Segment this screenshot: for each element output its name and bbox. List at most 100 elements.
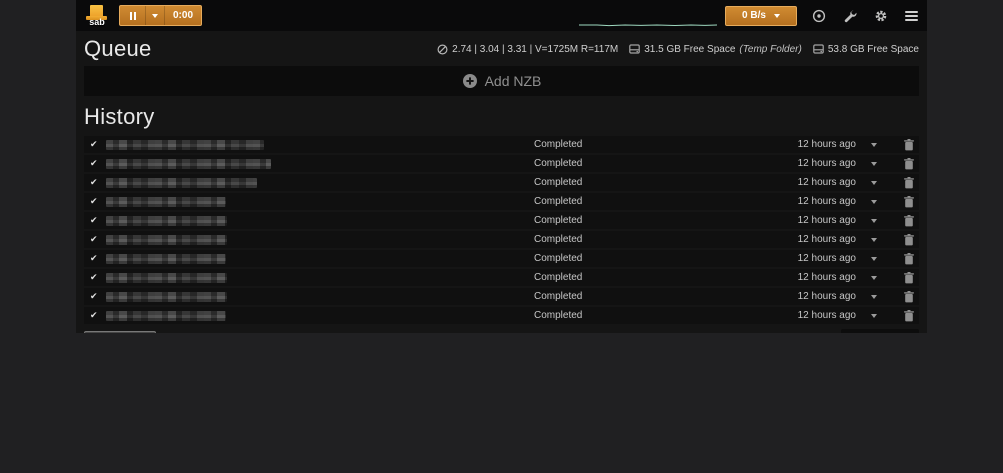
history-actions bbox=[841, 329, 919, 334]
sabnzbd-logo[interactable]: sab bbox=[85, 4, 109, 28]
trash-icon bbox=[904, 253, 914, 265]
delete-button[interactable] bbox=[892, 253, 914, 265]
speed-limit-button[interactable]: 0 B/s bbox=[725, 6, 797, 26]
queue-title: Queue bbox=[84, 36, 152, 62]
logo-text: sab bbox=[85, 17, 109, 27]
chevron-down-icon bbox=[871, 143, 877, 147]
free-space-main-value: 53.8 GB Free Space bbox=[828, 44, 919, 55]
row-actions-dropdown[interactable] bbox=[856, 162, 892, 166]
trash-icon bbox=[904, 310, 914, 322]
history-item-status: Completed bbox=[534, 177, 798, 188]
delete-button[interactable] bbox=[892, 215, 914, 227]
delete-button[interactable] bbox=[892, 158, 914, 170]
delete-button[interactable] bbox=[892, 272, 914, 284]
add-nzb-dropzone[interactable]: Add NZB bbox=[84, 66, 919, 96]
censored-name bbox=[106, 254, 226, 264]
history-item-name bbox=[106, 273, 534, 283]
pause-button-group: 0:00 bbox=[119, 5, 202, 26]
history-row[interactable]: ✔ Completed 12 hours ago bbox=[84, 269, 919, 286]
chevron-down-icon bbox=[871, 295, 877, 299]
chevron-down-icon bbox=[871, 257, 877, 261]
row-actions-dropdown[interactable] bbox=[856, 257, 892, 261]
history-list: ✔ Completed 12 hours ago ✔ Completed 12 … bbox=[84, 136, 919, 324]
gear-icon[interactable] bbox=[874, 9, 888, 23]
row-actions-dropdown[interactable] bbox=[856, 238, 892, 242]
chevron-down-icon bbox=[871, 276, 877, 280]
censored-name bbox=[106, 311, 226, 321]
top-navbar: sab 0:00 0 B/s bbox=[76, 0, 927, 31]
delete-button[interactable] bbox=[892, 234, 914, 246]
check-icon: ✔ bbox=[90, 272, 106, 283]
menu-icon[interactable] bbox=[905, 11, 918, 21]
status-icon[interactable] bbox=[812, 9, 826, 23]
row-actions-dropdown[interactable] bbox=[856, 181, 892, 185]
history-item-age: 12 hours ago bbox=[798, 158, 856, 169]
pause-button[interactable] bbox=[120, 6, 145, 25]
history-row[interactable]: ✔ Completed 12 hours ago bbox=[84, 231, 919, 248]
free-space-temp-value: 31.5 GB Free Space bbox=[644, 44, 735, 55]
history-row[interactable]: ✔ Completed 12 hours ago bbox=[84, 174, 919, 191]
delete-button[interactable] bbox=[892, 139, 914, 151]
history-item-status: Completed bbox=[534, 272, 798, 283]
history-item-age: 12 hours ago bbox=[798, 196, 856, 207]
history-item-status: Completed bbox=[534, 310, 798, 321]
history-item-name bbox=[106, 159, 534, 169]
history-row[interactable]: ✔ Completed 12 hours ago bbox=[84, 193, 919, 210]
history-row[interactable]: ✔ Completed 12 hours ago bbox=[84, 288, 919, 305]
row-actions-dropdown[interactable] bbox=[856, 143, 892, 147]
wrench-icon[interactable] bbox=[843, 9, 857, 23]
check-icon: ✔ bbox=[90, 234, 106, 245]
history-item-age: 12 hours ago bbox=[798, 177, 856, 188]
performance-values: 2.74 | 3.04 | 3.31 | V=1725M R=117M bbox=[452, 44, 618, 55]
history-row[interactable]: ✔ Completed 12 hours ago bbox=[84, 212, 919, 229]
history-item-age: 12 hours ago bbox=[798, 291, 856, 302]
pause-dropdown-button[interactable] bbox=[145, 6, 165, 25]
delete-button[interactable] bbox=[892, 291, 914, 303]
row-actions-dropdown[interactable] bbox=[856, 219, 892, 223]
history-item-name bbox=[106, 292, 534, 302]
performance-icon bbox=[437, 44, 448, 55]
disk-icon bbox=[629, 44, 640, 54]
history-item-status: Completed bbox=[534, 196, 798, 207]
censored-name bbox=[106, 216, 227, 226]
history-item-name bbox=[106, 140, 534, 150]
free-space-main: 53.8 GB Free Space bbox=[813, 44, 919, 55]
history-item-name bbox=[106, 254, 534, 264]
delete-button[interactable] bbox=[892, 196, 914, 208]
history-item-age: 12 hours ago bbox=[798, 139, 856, 150]
chevron-down-icon bbox=[871, 219, 877, 223]
trash-icon bbox=[904, 196, 914, 208]
trash-icon bbox=[904, 139, 914, 151]
row-actions-dropdown[interactable] bbox=[856, 200, 892, 204]
row-actions-dropdown[interactable] bbox=[856, 314, 892, 318]
history-row[interactable]: ✔ Completed 12 hours ago bbox=[84, 307, 919, 324]
history-item-name bbox=[106, 178, 534, 188]
history-footer: 1 2 3 4 5 ... 433 0 B Today 115.7 GB Thi… bbox=[84, 328, 919, 333]
trash-icon bbox=[904, 291, 914, 303]
row-actions-dropdown[interactable] bbox=[856, 276, 892, 280]
history-row[interactable]: ✔ Completed 12 hours ago bbox=[84, 136, 919, 153]
trash-icon bbox=[904, 234, 914, 246]
censored-name bbox=[106, 159, 271, 169]
history-row[interactable]: ✔ Completed 12 hours ago bbox=[84, 250, 919, 267]
pause-timer[interactable]: 0:00 bbox=[165, 6, 201, 25]
history-row[interactable]: ✔ Completed 12 hours ago bbox=[84, 155, 919, 172]
chevron-down-icon bbox=[871, 314, 877, 318]
censored-name bbox=[106, 178, 257, 188]
delete-button[interactable] bbox=[892, 310, 914, 322]
history-header: History bbox=[76, 96, 927, 133]
trash-icon bbox=[904, 158, 914, 170]
history-title: History bbox=[84, 104, 155, 130]
free-space-temp: 31.5 GB Free Space (Temp Folder) bbox=[629, 44, 802, 55]
delete-button[interactable] bbox=[892, 177, 914, 189]
censored-name bbox=[106, 273, 227, 283]
chevron-down-icon bbox=[774, 14, 780, 18]
censored-name bbox=[106, 140, 264, 150]
disk-icon bbox=[813, 44, 824, 54]
history-item-status: Completed bbox=[534, 139, 798, 150]
history-item-age: 12 hours ago bbox=[798, 215, 856, 226]
row-actions-dropdown[interactable] bbox=[856, 295, 892, 299]
check-icon: ✔ bbox=[90, 215, 106, 226]
chevron-down-icon bbox=[871, 238, 877, 242]
check-icon: ✔ bbox=[90, 196, 106, 207]
